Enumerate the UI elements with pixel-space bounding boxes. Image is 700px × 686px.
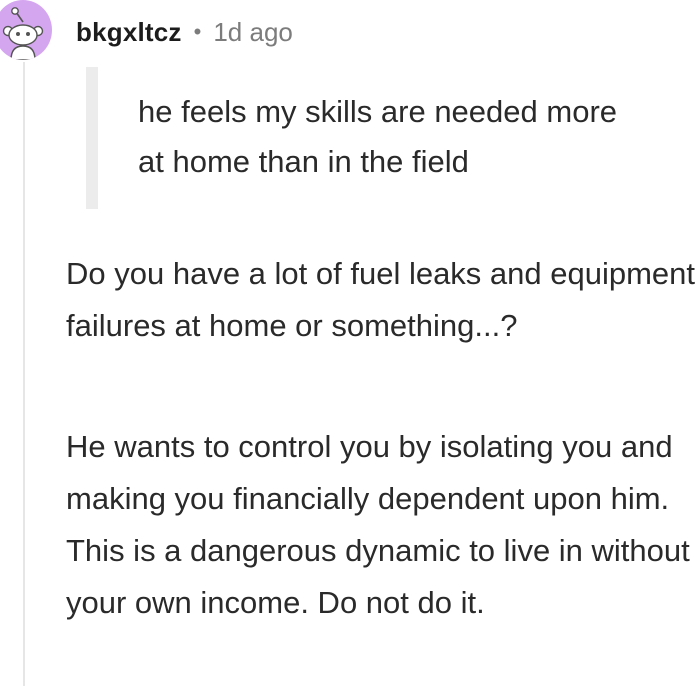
comment-header: bkgxltcz • 1d ago	[76, 14, 293, 50]
username-link[interactable]: bkgxltcz	[76, 17, 182, 48]
comment-paragraph-1: Do you have a lot of fuel leaks and equi…	[66, 256, 696, 343]
quote-text: he feels my skills are needed more at ho…	[138, 94, 618, 179]
comment: bkgxltcz • 1d ago he feels my skills are…	[0, 0, 700, 686]
blockquote: he feels my skills are needed more at ho…	[86, 67, 646, 209]
comment-paragraph-2: He wants to control you by isolating you…	[66, 429, 690, 620]
snoo-avatar-icon[interactable]	[0, 0, 52, 60]
quote-bar	[86, 67, 98, 209]
timestamp[interactable]: 1d ago	[213, 17, 293, 48]
meta-separator: •	[193, 19, 202, 44]
thread-line[interactable]	[23, 62, 25, 686]
